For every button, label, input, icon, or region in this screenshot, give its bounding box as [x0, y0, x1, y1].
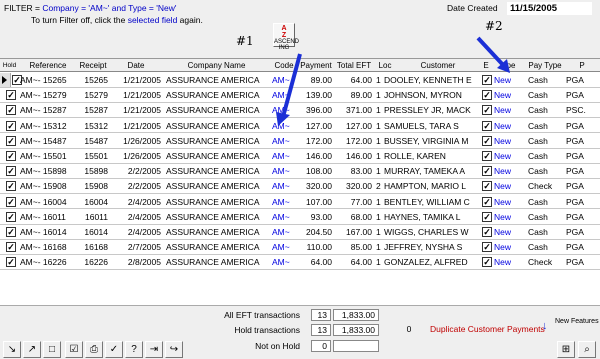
arrow-2	[476, 36, 506, 68]
down-arrow-icon: ↓	[542, 320, 548, 332]
exit-icon[interactable]: ↪	[165, 341, 183, 358]
help-icon[interactable]: ?	[125, 341, 143, 358]
arrow-1	[281, 53, 302, 118]
not-on-hold-label: Not on Hold	[255, 341, 300, 351]
all-eft-amount: 1,833.00	[333, 309, 379, 321]
new-features-label[interactable]: New Features	[555, 318, 599, 325]
duplicate-payments-label[interactable]: Duplicate Customer Payments	[430, 324, 545, 334]
hold-label: Hold transactions	[234, 325, 300, 335]
find-icon[interactable]: ↘	[3, 341, 21, 358]
spellcheck-icon[interactable]: ✓	[105, 341, 123, 358]
duplicate-count: 0	[406, 324, 412, 334]
not-on-hold-count: 0	[311, 340, 331, 352]
search-icon[interactable]: ⌕	[578, 341, 596, 358]
hold-amount: 1,833.00	[333, 324, 379, 336]
wand-icon[interactable]: ↗	[23, 341, 41, 358]
checkbox-icon[interactable]: ☑	[65, 341, 83, 358]
layout-icon[interactable]: ⊞	[557, 341, 575, 358]
hold-count: 13	[311, 324, 331, 336]
arrow-1-head	[276, 112, 290, 126]
print-icon[interactable]: ⎙	[85, 341, 103, 358]
all-eft-count: 13	[311, 309, 331, 321]
export-icon[interactable]: ⇥	[145, 341, 163, 358]
footer-panel: All EFT transactions 13 1,833.00 Hold tr…	[0, 305, 600, 359]
stop-icon[interactable]: □	[43, 341, 61, 358]
all-eft-label: All EFT transactions	[224, 310, 300, 320]
not-on-hold-amount	[333, 340, 379, 352]
